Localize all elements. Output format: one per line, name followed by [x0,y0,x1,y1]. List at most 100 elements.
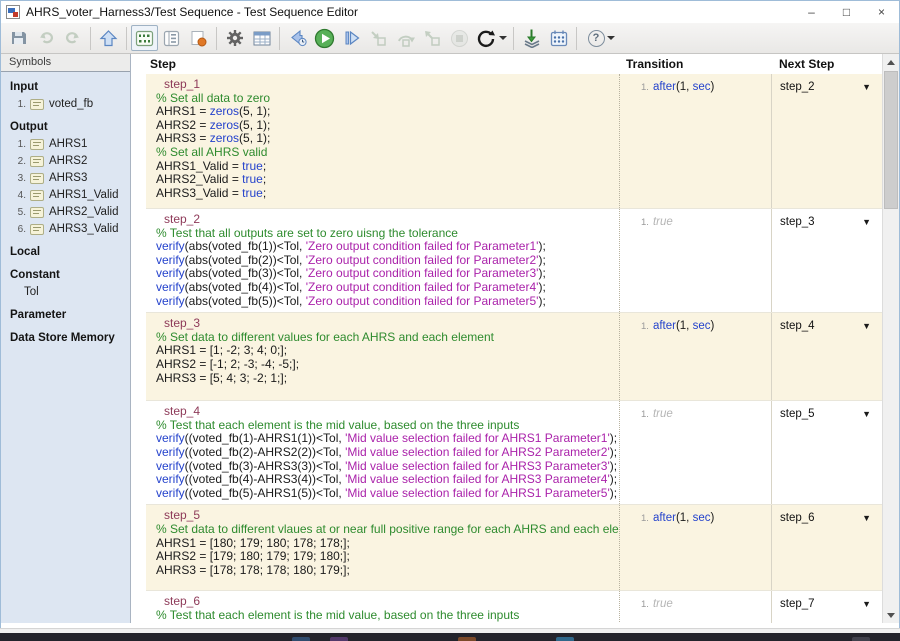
code-line[interactable]: verify((voted_fb(1)-AHRS2(1))<Tol, 'Mid … [156,623,613,624]
code-line[interactable]: AHRS1 = [180; 179; 180; 178; 178;]; [156,537,613,551]
taskbar-icon[interactable] [556,637,574,641]
breakpoint-icon[interactable] [185,25,212,51]
transition-cell[interactable]: 1.true [619,401,771,504]
symbol-item[interactable]: 6.AHRS3_Valid [1,220,130,237]
code-line[interactable]: % Test that each element is the mid valu… [156,609,613,623]
step-cell[interactable]: step_5% Set data to different vlaues at … [146,505,619,590]
navigate-up-icon[interactable] [95,25,122,51]
taskbar-icon[interactable] [852,637,870,641]
symbol-item[interactable]: 4.AHRS1_Valid [1,186,130,203]
step-cell[interactable]: step_1% Set all data to zeroAHRS1 = zero… [146,74,619,208]
code-line[interactable]: AHRS2 = zeros(5, 1); [156,119,613,133]
save-icon[interactable] [5,25,32,51]
step-name[interactable]: step_1 [164,78,613,92]
transition-cell[interactable]: 1.after(1, sec) [619,505,771,590]
code-line[interactable]: AHRS3 = [5; 4; 3; -2; 1;]; [156,372,613,386]
step-cell[interactable]: step_2% Test that all outputs are set to… [146,209,619,312]
step-cell[interactable]: step_6% Test that each element is the mi… [146,591,619,623]
code-line[interactable]: verify((voted_fb(4)-AHRS3(4))<Tol, 'Mid … [156,473,613,487]
next-step-dropdown-icon[interactable]: ▼ [862,81,871,92]
next-step-cell[interactable]: step_4 ▼ [771,313,882,400]
code-line[interactable]: verify((voted_fb(5)-AHRS1(5))<Tol, 'Mid … [156,487,613,501]
step-name[interactable]: step_3 [164,317,613,331]
transition-cell[interactable]: 1.true [619,209,771,312]
maximize-button[interactable]: □ [829,1,864,23]
code-line[interactable]: % Test that all outputs are set to zero … [156,227,613,241]
outline-view-icon[interactable] [158,25,185,51]
help-caret-icon[interactable] [607,36,615,40]
code-line[interactable]: AHRS1 = zeros(5, 1); [156,105,613,119]
simulation-pacing-icon[interactable] [473,25,509,51]
code-line[interactable]: % Set all AHRS valid [156,146,613,160]
code-line[interactable]: verify(abs(voted_fb(3))<Tol, 'Zero outpu… [156,267,613,281]
vertical-scrollbar[interactable] [882,54,899,623]
next-step-dropdown-icon[interactable]: ▼ [862,320,871,331]
taskbar-icon[interactable] [458,637,476,641]
minimize-button[interactable]: – [794,1,829,23]
step-cell[interactable]: step_3% Set data to different values for… [146,313,619,400]
next-step-cell[interactable]: step_2 ▼ [771,74,882,208]
code-line[interactable]: AHRS3 = zeros(5, 1); [156,132,613,146]
code-line[interactable]: verify(abs(voted_fb(2))<Tol, 'Zero outpu… [156,254,613,268]
next-step-cell[interactable]: step_3 ▼ [771,209,882,312]
code-line[interactable]: AHRS3_Valid = true; [156,187,613,201]
close-button[interactable]: × [864,1,899,23]
pacing-caret-icon[interactable] [499,36,507,40]
step-name[interactable]: step_5 [164,509,613,523]
next-step-dropdown-icon[interactable]: ▼ [862,512,871,523]
step-cell[interactable]: step_4% Test that each element is the mi… [146,401,619,504]
next-step-cell[interactable]: step_5 ▼ [771,401,882,504]
next-step-cell[interactable]: step_6 ▼ [771,505,882,590]
code-line[interactable]: % Set data to different vlaues at or nea… [156,523,613,537]
step-back-icon[interactable] [284,25,311,51]
scroll-up-icon[interactable] [883,54,899,70]
next-step-value[interactable]: step_3 [780,216,815,228]
taskbar-icon[interactable] [330,637,348,641]
code-line[interactable]: verify(abs(voted_fb(5))<Tol, 'Zero outpu… [156,295,613,309]
symbol-item[interactable]: 5.AHRS2_Valid [1,203,130,220]
step-name[interactable]: step_6 [164,595,613,609]
code-line[interactable]: AHRS2 = [179; 180; 179; 179; 180;]; [156,550,613,564]
symbol-item[interactable]: 2.AHRS2 [1,152,130,169]
code-line[interactable]: AHRS3 = [178; 178; 178; 180; 179;]; [156,564,613,578]
settings-gear-icon[interactable] [221,25,248,51]
code-line[interactable]: % Test that each element is the mid valu… [156,419,613,433]
next-step-value[interactable]: step_7 [780,598,815,610]
next-step-value[interactable]: step_5 [780,408,815,420]
code-line[interactable]: AHRS1 = [1; -2; 3; 4; 0;]; [156,344,613,358]
transition-cell[interactable]: 1.true [619,591,771,623]
transition-cell[interactable]: 1.after(1, sec) [619,74,771,208]
next-step-value[interactable]: step_2 [780,81,815,93]
next-step-dropdown-icon[interactable]: ▼ [862,216,871,227]
next-step-dropdown-icon[interactable]: ▼ [862,598,871,609]
code-line[interactable]: AHRS2_Valid = true; [156,173,613,187]
code-line[interactable]: % Set all data to zero [156,92,613,106]
code-line[interactable]: verify(abs(voted_fb(4))<Tol, 'Zero outpu… [156,281,613,295]
code-line[interactable]: verify((voted_fb(2)-AHRS2(2))<Tol, 'Mid … [156,446,613,460]
step-name[interactable]: step_2 [164,213,613,227]
table-properties-icon[interactable] [248,25,275,51]
symbol-item[interactable]: 1.AHRS1 [1,135,130,152]
scrollbar-thumb[interactable] [884,71,898,209]
code-line[interactable]: AHRS2 = [-1; 2; -3; -4; -5;]; [156,358,613,372]
symbol-item[interactable]: 3.AHRS3 [1,169,130,186]
symbol-item[interactable]: 1.voted_fb [1,95,130,112]
run-icon[interactable] [311,25,338,51]
code-line[interactable]: % Set data to different values for each … [156,331,613,345]
code-line[interactable]: verify((voted_fb(1)-AHRS1(1))<Tol, 'Mid … [156,432,613,446]
code-line[interactable]: AHRS1_Valid = true; [156,160,613,174]
next-step-cell[interactable]: step_7 ▼ [771,591,882,623]
code-line[interactable]: verify(abs(voted_fb(1))<Tol, 'Zero outpu… [156,240,613,254]
binary-display-icon[interactable] [131,25,158,51]
taskbar-icon[interactable] [292,637,310,641]
step-forward-icon[interactable] [338,25,365,51]
export-data-icon[interactable] [518,25,545,51]
next-step-value[interactable]: step_4 [780,320,815,332]
transition-cell[interactable]: 1.after(1, sec) [619,313,771,400]
next-step-dropdown-icon[interactable]: ▼ [862,408,871,419]
symbol-item[interactable]: Tol [1,283,130,300]
step-name[interactable]: step_4 [164,405,613,419]
breakpoint-list-icon[interactable] [545,25,572,51]
help-icon[interactable]: ? [581,25,621,51]
next-step-value[interactable]: step_6 [780,512,815,524]
